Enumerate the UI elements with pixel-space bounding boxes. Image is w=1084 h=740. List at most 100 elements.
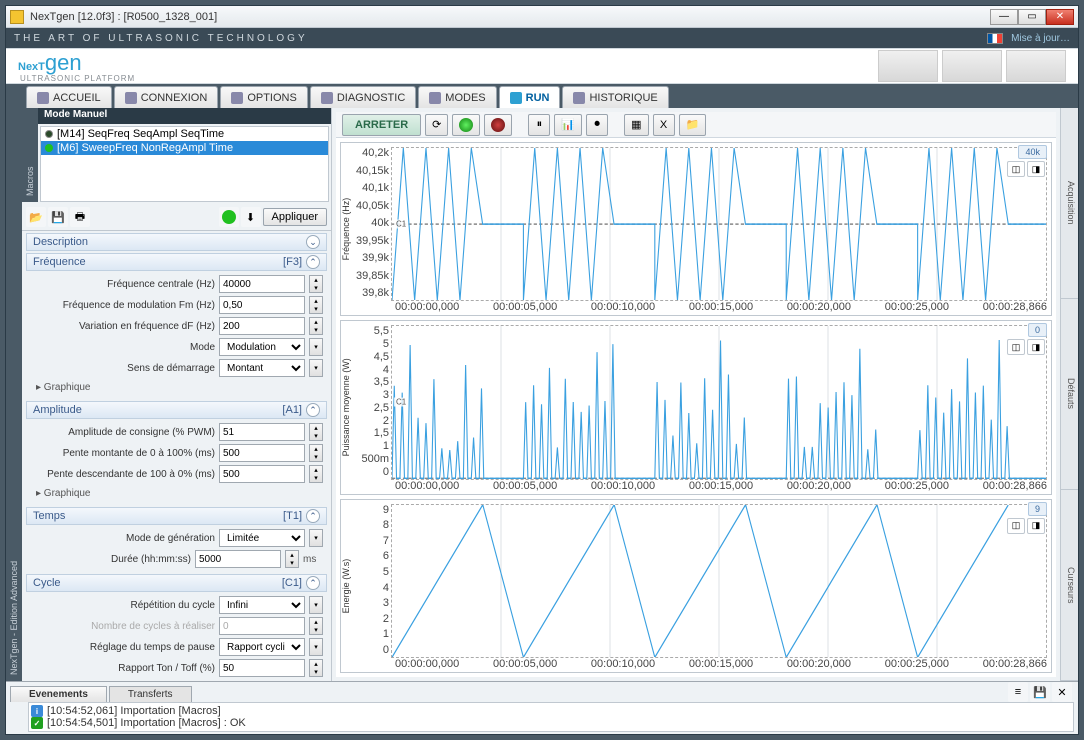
dropdown-icon[interactable]: ▾	[309, 638, 323, 656]
open-file-button[interactable]: 📁	[679, 114, 707, 136]
select-input[interactable]: Modulation	[219, 338, 305, 356]
field-label: Pente montante de 0 à 100% (ms)	[30, 448, 215, 459]
minimize-button[interactable]: —	[990, 9, 1018, 25]
tab-options[interactable]: OPTIONS	[220, 86, 308, 108]
plot-area[interactable]: C1	[391, 147, 1047, 301]
number-input[interactable]	[219, 275, 305, 293]
header-image-1	[878, 50, 938, 82]
plot-area[interactable]: C1	[391, 325, 1047, 479]
chart-tool-button[interactable]: ◨	[1027, 339, 1045, 355]
chevron-down-icon[interactable]: ⌄	[306, 235, 320, 249]
update-link[interactable]: Mise à jour…	[1011, 33, 1070, 44]
chevron-up-icon[interactable]: ⌃	[306, 576, 320, 590]
chart-tool-button[interactable]: ◫	[1007, 161, 1025, 177]
spinner-icon[interactable]: ▴▾	[309, 659, 323, 677]
spinner-icon[interactable]: ▴▾	[309, 296, 323, 314]
dropdown-icon[interactable]: ▾	[309, 359, 323, 377]
pause-button[interactable]: ⏸	[528, 114, 550, 136]
export-excel-button[interactable]: X	[653, 114, 675, 136]
apply-button[interactable]: Appliquer	[263, 208, 327, 226]
refresh-button[interactable]: ⟳	[425, 114, 448, 136]
number-input[interactable]	[219, 617, 305, 635]
section-temps[interactable]: Temps[T1]⌃	[26, 507, 327, 525]
spinner-icon[interactable]: ▴▾	[309, 465, 323, 483]
event-log[interactable]: i[10:54:52,061] Importation [Macros] ✓[1…	[28, 702, 1074, 732]
number-input[interactable]	[219, 465, 305, 483]
chart-tool-button[interactable]: ◨	[1027, 518, 1045, 534]
chart[interactable]: Energie (W.s)987654321000:00:00,00000:00…	[340, 499, 1052, 673]
tab-diagnostic[interactable]: DIAGNOSTIC	[310, 86, 416, 108]
download-button[interactable]: ⬇	[241, 207, 261, 227]
section-description[interactable]: Description⌄	[26, 233, 327, 251]
chart[interactable]: Fréquence (Hz)40,2k40,15k40,1k40,05k40k3…	[340, 142, 1052, 316]
rail-acquisition[interactable]: Acquisition	[1060, 108, 1078, 299]
dropdown-icon[interactable]: ▾	[309, 596, 323, 614]
chart[interactable]: Puissance moyenne (W)5,554,543,532,521,5…	[340, 320, 1052, 494]
form-row: Durée (hh:mm:ss)▴▾ms	[30, 550, 323, 568]
chart-tool-button[interactable]: ◫	[1007, 518, 1025, 534]
section-cycle[interactable]: Cycle[C1]⌃	[26, 574, 327, 592]
macros-rail[interactable]: Macros	[22, 108, 38, 202]
select-input[interactable]: Infini	[219, 596, 305, 614]
number-input[interactable]	[219, 317, 305, 335]
tab-evenements[interactable]: Evenements	[10, 686, 107, 702]
macro-item[interactable]: [M14] SeqFreq SeqAmpl SeqTime	[41, 127, 328, 141]
chevron-up-icon[interactable]: ⌃	[306, 403, 320, 417]
number-input[interactable]	[219, 659, 305, 677]
calculator-button[interactable]: ▦	[624, 114, 648, 136]
record-button[interactable]: ⏺	[586, 114, 608, 136]
select-input[interactable]: Rapport cyclique	[219, 638, 305, 656]
form-row: Rapport Ton / Toff (%)▴▾	[30, 659, 323, 677]
maximize-button[interactable]: ▭	[1018, 9, 1046, 25]
tab-transferts[interactable]: Transferts	[109, 686, 192, 702]
tab-connexion[interactable]: CONNEXION	[114, 86, 219, 108]
tab-modes[interactable]: MODES	[418, 86, 496, 108]
spinner-icon[interactable]: ▴▾	[309, 444, 323, 462]
rail-defauts[interactable]: Défauts	[1060, 299, 1078, 490]
stop-button[interactable]: ARRETER	[342, 114, 421, 136]
macro-item[interactable]: [M6] SweepFreq NonRegAmpl Time	[41, 141, 328, 155]
tab-run[interactable]: RUN	[499, 86, 561, 108]
graphique-link[interactable]: ▸ Graphique	[30, 380, 323, 395]
select-input[interactable]: Limitée	[219, 529, 305, 547]
dropdown-icon[interactable]: ▾	[309, 529, 323, 547]
close-button[interactable]: ✕	[1046, 9, 1074, 25]
number-input[interactable]	[219, 423, 305, 441]
tab-accueil[interactable]: ACCUEIL	[26, 86, 112, 108]
section-frequence[interactable]: Fréquence[F3]⌃	[26, 253, 327, 271]
log-clear-button[interactable]: ✕	[1052, 682, 1072, 702]
spinner-icon[interactable]: ▴▾	[309, 317, 323, 335]
y-axis-label: Energie (W.s)	[341, 500, 355, 672]
spinner-icon[interactable]: ▴▾	[285, 550, 299, 568]
main-tabbar: ACCUEIL CONNEXION OPTIONS DIAGNOSTIC MOD…	[6, 84, 1078, 108]
chevron-up-icon[interactable]: ⌃	[306, 509, 320, 523]
macro-list[interactable]: [M14] SeqFreq SeqAmpl SeqTime [M6] Sweep…	[40, 126, 329, 202]
rail-curseurs[interactable]: Curseurs	[1060, 490, 1078, 681]
power-icon	[510, 92, 522, 104]
form-row: ModeModulation▾	[30, 338, 323, 356]
french-flag-icon[interactable]	[987, 33, 1003, 44]
spinner-icon[interactable]: ▴▾	[309, 617, 323, 635]
select-input[interactable]: Montant	[219, 359, 305, 377]
plot-area[interactable]	[391, 504, 1047, 658]
number-input[interactable]	[219, 296, 305, 314]
spinner-icon[interactable]: ▴▾	[309, 275, 323, 293]
save-button[interactable]: 💾	[48, 207, 68, 227]
chart-tool-button[interactable]: ◨	[1027, 161, 1045, 177]
print-button[interactable]: 🖶	[70, 207, 90, 227]
number-input[interactable]	[195, 550, 281, 568]
log-save-button[interactable]: 💾	[1030, 682, 1050, 702]
tab-historique[interactable]: HISTORIQUE	[562, 86, 668, 108]
log-filter-button[interactable]: ≡	[1008, 682, 1028, 702]
open-folder-button[interactable]: 📂	[26, 207, 46, 227]
number-input[interactable]	[219, 444, 305, 462]
spinner-icon[interactable]: ▴▾	[309, 423, 323, 441]
dropdown-icon[interactable]: ▾	[309, 338, 323, 356]
led-red-icon	[484, 114, 512, 136]
chevron-up-icon[interactable]: ⌃	[306, 255, 320, 269]
cursor-label: C1	[394, 398, 408, 407]
section-amplitude[interactable]: Amplitude[A1]⌃	[26, 401, 327, 419]
chart-tool-button[interactable]: ◫	[1007, 339, 1025, 355]
chart-button[interactable]: 📊	[554, 114, 582, 136]
graphique-link[interactable]: ▸ Graphique	[30, 486, 323, 501]
